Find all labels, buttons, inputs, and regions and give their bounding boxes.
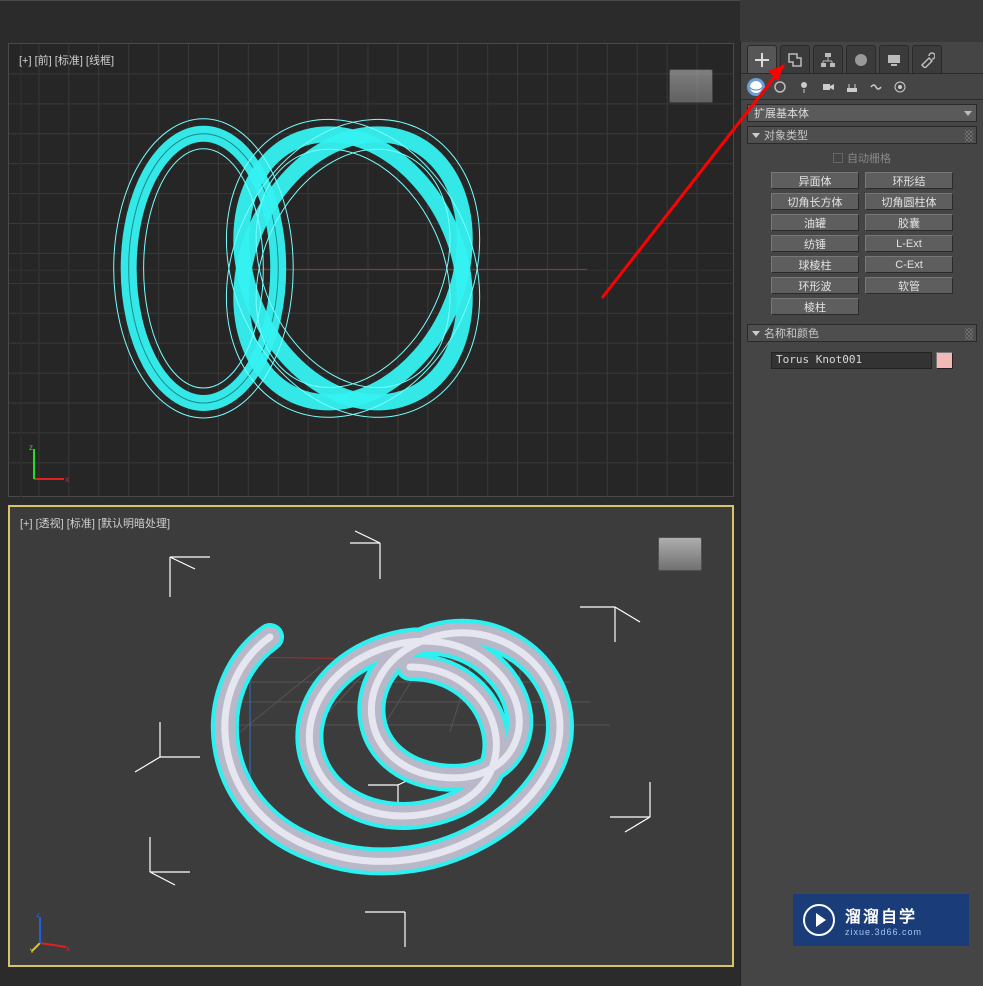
name-color-title: 名称和颜色 xyxy=(764,325,819,341)
type-btn-capsule[interactable]: 胶囊 xyxy=(865,214,953,231)
svg-text:z: z xyxy=(29,444,33,452)
triangle-down-icon xyxy=(752,331,760,336)
svg-text:y: y xyxy=(30,946,34,953)
viewcube-perspective[interactable] xyxy=(658,537,702,571)
autogrid-checkbox[interactable] xyxy=(833,153,843,163)
perspective-scene xyxy=(10,507,732,965)
utilities-tab[interactable] xyxy=(912,45,942,73)
autogrid-label: 自动栅格 xyxy=(847,150,891,166)
systems-icon[interactable] xyxy=(891,78,909,96)
rollout-header-namecolor[interactable]: 名称和颜色 xyxy=(747,324,977,342)
type-btn-lext[interactable]: L-Ext xyxy=(865,235,953,252)
watermark-badge: 溜溜自学 zixue.3d66.com xyxy=(793,894,969,946)
axis-gizmo-front: x z xyxy=(29,444,69,484)
axis-gizmo-perspective: x z y xyxy=(30,913,70,953)
type-btn-cext[interactable]: C-Ext xyxy=(865,256,953,273)
cameras-icon[interactable] xyxy=(819,78,837,96)
viewport-label-perspective[interactable]: [+] [透视] [标准] [默认明暗处理] xyxy=(20,515,170,531)
watermark-line1: 溜溜自学 xyxy=(845,903,922,927)
spacewarps-icon[interactable] xyxy=(867,78,885,96)
type-btn-torusknot[interactable]: 环形结 xyxy=(865,172,953,189)
object-color-swatch[interactable] xyxy=(936,352,953,369)
helpers-icon[interactable] xyxy=(843,78,861,96)
watermark-line2: zixue.3d66.com xyxy=(845,927,922,937)
annotation-arrow xyxy=(592,53,802,303)
motion-tab[interactable] xyxy=(846,45,876,73)
type-btn-chamfercyl[interactable]: 切角圆柱体 xyxy=(865,193,953,210)
viewport-label-front[interactable]: [+] [前] [标准] [线框] xyxy=(19,52,114,68)
hierarchy-tab[interactable] xyxy=(813,45,843,73)
svg-text:x: x xyxy=(65,475,69,484)
viewport-area: [+] [前] [标准] [线框] xyxy=(0,0,740,986)
type-btn-hose[interactable]: 软管 xyxy=(865,277,953,294)
play-icon xyxy=(803,904,835,936)
display-tab[interactable] xyxy=(879,45,909,73)
rollout-name-color: 名称和颜色 Torus Knot001 xyxy=(747,324,977,379)
viewport-perspective[interactable]: [+] [透视] [标准] [默认明暗处理] xyxy=(8,505,734,967)
svg-text:x: x xyxy=(66,944,70,953)
grip-icon xyxy=(965,130,973,142)
object-name-input[interactable]: Torus Knot001 xyxy=(771,352,932,369)
svg-text:z: z xyxy=(36,913,40,919)
grip-icon xyxy=(965,328,973,340)
